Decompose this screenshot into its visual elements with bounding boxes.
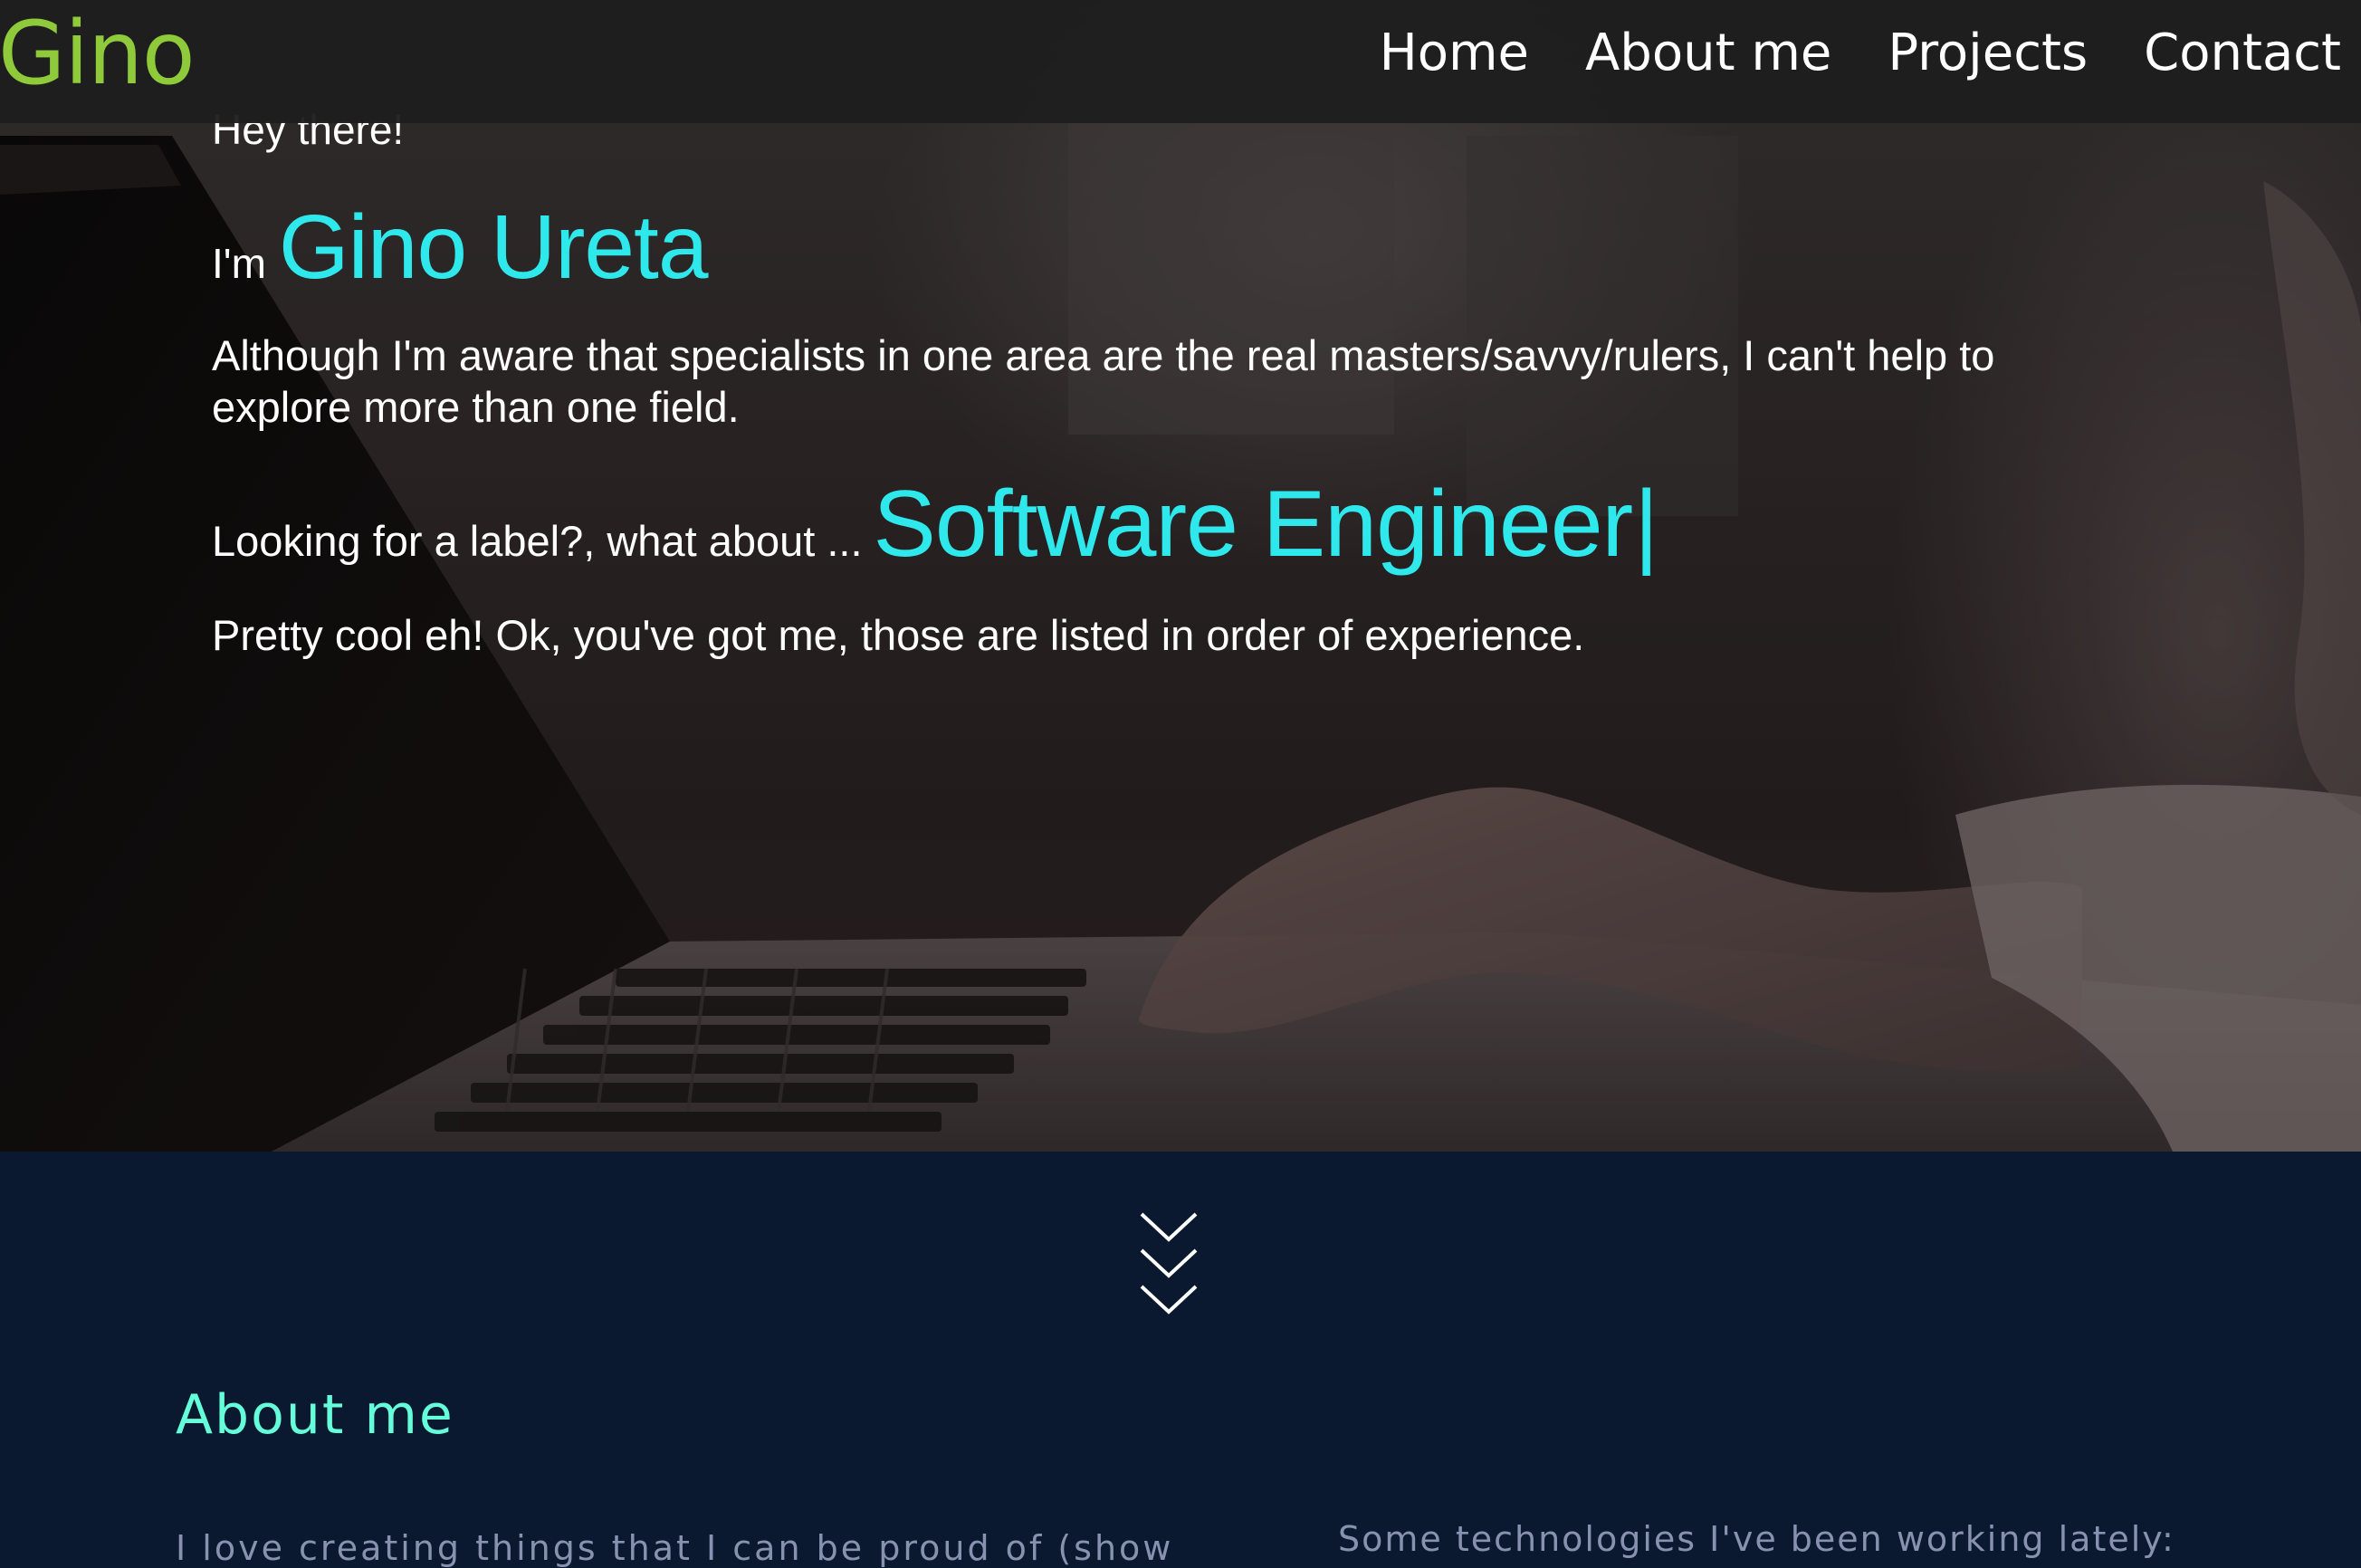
top-navbar: Gino Home About me Projects Contact bbox=[0, 0, 2361, 123]
hero-closing: Pretty cool eh! Ok, you've got me, those… bbox=[212, 611, 1585, 659]
label-prefix: Looking for a label?, what about ... bbox=[212, 517, 863, 565]
typed-role: Software Engineer bbox=[873, 472, 1634, 577]
nav-link-contact[interactable]: Contact bbox=[2144, 24, 2341, 82]
hero-name: Gino Ureta bbox=[278, 196, 709, 298]
nav-link-about[interactable]: About me bbox=[1585, 24, 1831, 82]
hero-intro: I'm Gino Ureta bbox=[212, 196, 709, 300]
triple-chevron-down-icon[interactable] bbox=[1139, 1211, 1199, 1318]
nav-link-projects[interactable]: Projects bbox=[1888, 24, 2088, 82]
hero-label-line: Looking for a label?, what about ... Sof… bbox=[212, 471, 1658, 578]
tech-intro-text: Some technologies I've been working late… bbox=[1338, 1519, 2175, 1559]
nav-link-home[interactable]: Home bbox=[1380, 24, 1529, 82]
typing-cursor: | bbox=[1634, 472, 1659, 577]
brand-logo[interactable]: Gino bbox=[0, 4, 196, 103]
hero-paragraph: Although I'm aware that specialists in o… bbox=[212, 331, 1995, 431]
intro-prefix: I'm bbox=[212, 240, 266, 287]
hero-section: Hey there! I'm Gino Ureta Although I'm a… bbox=[0, 0, 2361, 1152]
about-section-title: About me bbox=[176, 1383, 454, 1447]
nav-links: Home About me Projects Contact bbox=[1324, 0, 2341, 105]
about-intro-text: I love creating things that I can be pro… bbox=[176, 1528, 1174, 1568]
